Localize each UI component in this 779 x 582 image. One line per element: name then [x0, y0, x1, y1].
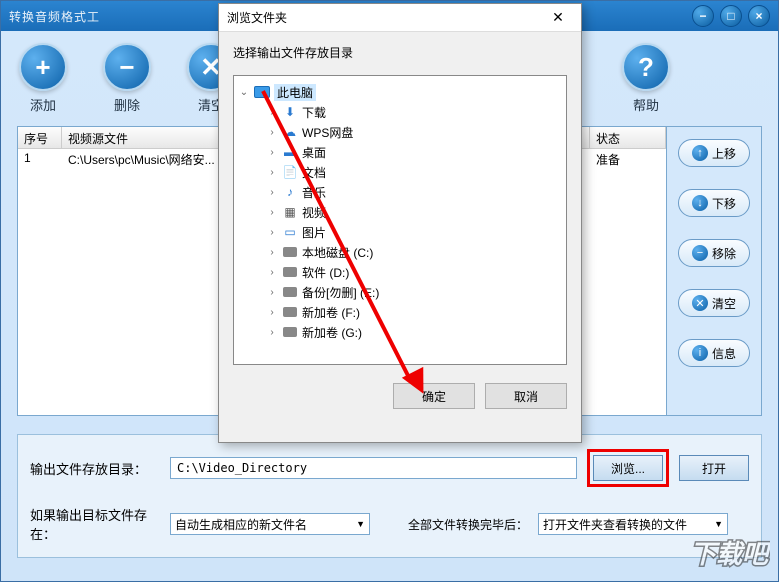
remove-button[interactable]: −移除 [678, 239, 750, 267]
expand-icon[interactable]: › [266, 287, 278, 298]
minus-icon: − [103, 43, 151, 91]
tree-item[interactable]: › ☁ WPS网盘 [238, 122, 562, 142]
tree-item[interactable]: › 备份[勿删] (E:) [238, 282, 562, 302]
dialog-subtitle: 选择输出文件存放目录 [219, 32, 581, 69]
tree-item[interactable]: › 软件 (D:) [238, 262, 562, 282]
minimize-button[interactable]: − [692, 5, 714, 27]
browse-highlight: 浏览... [587, 449, 669, 487]
dialog-close-button[interactable]: ✕ [543, 8, 573, 28]
col-seq[interactable]: 序号 [18, 127, 62, 148]
disk-icon [282, 325, 298, 339]
plus-icon: + [19, 43, 67, 91]
tree-item[interactable]: › 新加卷 (G:) [238, 322, 562, 342]
tree-label: 桌面 [302, 144, 326, 161]
arrow-down-icon: ↓ [692, 195, 708, 211]
browse-button[interactable]: 浏览... [593, 455, 663, 481]
disk-icon [282, 265, 298, 279]
expand-icon[interactable]: ⌄ [238, 87, 250, 98]
tree-label: 此电脑 [274, 84, 316, 101]
info-button[interactable]: i信息 [678, 339, 750, 367]
minus-icon: − [692, 245, 708, 261]
exist-label: 如果输出目标文件存在： [30, 505, 160, 543]
clear-list-button[interactable]: ✕清空 [678, 289, 750, 317]
tree-item[interactable]: › ⬇ 下载 [238, 102, 562, 122]
expand-icon[interactable]: › [266, 307, 278, 318]
tree-label: WPS网盘 [302, 124, 353, 141]
col-status[interactable]: 状态 [590, 127, 666, 148]
tree-item[interactable]: › 本地磁盘 (C:) [238, 242, 562, 262]
tree-item[interactable]: › ▭ 图片 [238, 222, 562, 242]
after-label: 全部文件转换完毕后： [408, 516, 528, 533]
arrow-up-icon: ↑ [692, 145, 708, 161]
tree-label: 软件 (D:) [302, 264, 349, 281]
tree-label: 备份[勿删] (E:) [302, 284, 379, 301]
desktop-icon: ▬ [282, 145, 298, 159]
tree-item[interactable]: › ▦ 视频 [238, 202, 562, 222]
delete-button[interactable]: − 删除 [103, 43, 151, 114]
help-button[interactable]: ? 帮助 [622, 43, 670, 114]
ok-button[interactable]: 确定 [393, 383, 475, 409]
dialog-title: 浏览文件夹 [227, 9, 287, 26]
window-controls: − □ × [692, 5, 770, 27]
tree-label: 本地磁盘 (C:) [302, 244, 373, 261]
expand-icon[interactable]: › [266, 147, 278, 158]
side-panel: ↑上移 ↓下移 −移除 ✕清空 i信息 [666, 127, 761, 415]
video-icon: ▦ [282, 205, 298, 219]
tree-label: 视频 [302, 204, 326, 221]
expand-icon[interactable]: › [266, 227, 278, 238]
watermark: 下载吧 [684, 529, 770, 575]
expand-icon[interactable]: › [266, 207, 278, 218]
maximize-button[interactable]: □ [720, 5, 742, 27]
cancel-button[interactable]: 取消 [485, 383, 567, 409]
output-panel: 输出文件存放目录： 浏览... 打开 如果输出目标文件存在： 自动生成相应的新文… [17, 434, 762, 558]
tree-item[interactable]: › ♪ 音乐 [238, 182, 562, 202]
expand-icon[interactable]: › [266, 167, 278, 178]
tree-label: 新加卷 (F:) [302, 304, 360, 321]
disk-icon [282, 285, 298, 299]
move-up-button[interactable]: ↑上移 [678, 139, 750, 167]
output-dir-label: 输出文件存放目录： [30, 459, 160, 478]
app-title: 转换音频格式工 [9, 8, 100, 25]
question-icon: ? [622, 43, 670, 91]
expand-icon[interactable]: › [266, 327, 278, 338]
open-button[interactable]: 打开 [679, 455, 749, 481]
doc-icon: 📄 [282, 165, 298, 179]
output-dir-input[interactable] [170, 457, 577, 479]
expand-icon[interactable]: › [266, 107, 278, 118]
dialog-titlebar: 浏览文件夹 ✕ [219, 4, 581, 32]
download-icon: ⬇ [282, 105, 298, 119]
browse-folder-dialog: 浏览文件夹 ✕ 选择输出文件存放目录 ⌄ 此电脑 › ⬇ 下载 › ☁ WPS网盘 › ▬ 桌面 › 📄… [218, 3, 582, 443]
tree-root[interactable]: ⌄ 此电脑 [238, 82, 562, 102]
tree-item[interactable]: › 新加卷 (F:) [238, 302, 562, 322]
expand-icon[interactable]: › [266, 247, 278, 258]
expand-icon[interactable]: › [266, 187, 278, 198]
cloud-icon: ☁ [282, 125, 298, 139]
tree-label: 音乐 [302, 184, 326, 201]
x-icon: ✕ [692, 295, 708, 311]
expand-icon[interactable]: › [266, 127, 278, 138]
disk-icon [282, 245, 298, 259]
info-icon: i [692, 345, 708, 361]
tree-label: 新加卷 (G:) [302, 324, 362, 341]
chevron-down-icon: ▼ [356, 519, 365, 529]
tree-item[interactable]: › 📄 文档 [238, 162, 562, 182]
add-button[interactable]: + 添加 [19, 43, 67, 114]
disk-icon [282, 305, 298, 319]
close-button[interactable]: × [748, 5, 770, 27]
tree-label: 文档 [302, 164, 326, 181]
svg-text:下载吧: 下载吧 [690, 539, 770, 569]
pic-icon: ▭ [282, 225, 298, 239]
move-down-button[interactable]: ↓下移 [678, 189, 750, 217]
folder-tree[interactable]: ⌄ 此电脑 › ⬇ 下载 › ☁ WPS网盘 › ▬ 桌面 › 📄 文档 › ♪ 音乐 › ▦ 视频 › ▭ 图片 › 本地磁盘… [233, 75, 567, 365]
chevron-down-icon: ▼ [714, 519, 723, 529]
exist-select[interactable]: 自动生成相应的新文件名 ▼ [170, 513, 370, 535]
expand-icon[interactable]: › [266, 267, 278, 278]
tree-label: 下载 [302, 104, 326, 121]
music-icon: ♪ [282, 185, 298, 199]
main-window: 转换音频格式工 − □ × + 添加 − 删除 ✕ 清空 ? 帮助 序号 [0, 0, 779, 582]
monitor-icon [254, 85, 270, 99]
tree-label: 图片 [302, 224, 326, 241]
tree-item[interactable]: › ▬ 桌面 [238, 142, 562, 162]
